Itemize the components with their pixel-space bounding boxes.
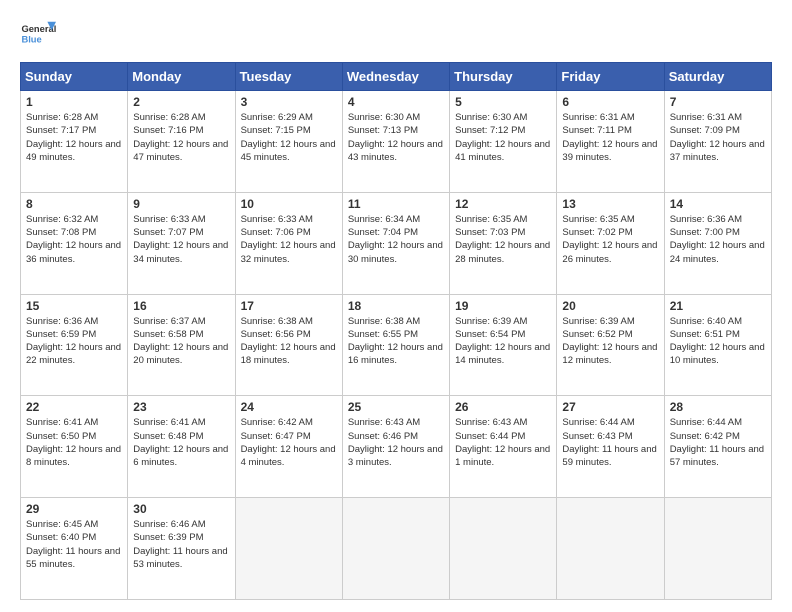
calendar-table: Sunday Monday Tuesday Wednesday Thursday…	[20, 62, 772, 600]
table-row: 12Sunrise: 6:35 AMSunset: 7:03 PMDayligh…	[450, 192, 557, 294]
table-row: 16Sunrise: 6:37 AMSunset: 6:58 PMDayligh…	[128, 294, 235, 396]
table-row: 8Sunrise: 6:32 AMSunset: 7:08 PMDaylight…	[21, 192, 128, 294]
table-row: 9Sunrise: 6:33 AMSunset: 7:07 PMDaylight…	[128, 192, 235, 294]
table-row: 26Sunrise: 6:43 AMSunset: 6:44 PMDayligh…	[450, 396, 557, 498]
col-sunday: Sunday	[21, 63, 128, 91]
svg-text:Blue: Blue	[21, 35, 41, 45]
table-row: 19Sunrise: 6:39 AMSunset: 6:54 PMDayligh…	[450, 294, 557, 396]
table-row: 13Sunrise: 6:35 AMSunset: 7:02 PMDayligh…	[557, 192, 664, 294]
col-thursday: Thursday	[450, 63, 557, 91]
table-row: 7Sunrise: 6:31 AMSunset: 7:09 PMDaylight…	[664, 91, 771, 193]
col-saturday: Saturday	[664, 63, 771, 91]
table-row: 23Sunrise: 6:41 AMSunset: 6:48 PMDayligh…	[128, 396, 235, 498]
table-row: 17Sunrise: 6:38 AMSunset: 6:56 PMDayligh…	[235, 294, 342, 396]
table-row: 30Sunrise: 6:46 AMSunset: 6:39 PMDayligh…	[128, 498, 235, 600]
table-row: 28Sunrise: 6:44 AMSunset: 6:42 PMDayligh…	[664, 396, 771, 498]
col-monday: Monday	[128, 63, 235, 91]
generalblue-logo-icon: General Blue	[20, 16, 56, 52]
table-row: 11Sunrise: 6:34 AMSunset: 7:04 PMDayligh…	[342, 192, 449, 294]
table-row: 27Sunrise: 6:44 AMSunset: 6:43 PMDayligh…	[557, 396, 664, 498]
calendar-header-row: Sunday Monday Tuesday Wednesday Thursday…	[21, 63, 772, 91]
table-row: 22Sunrise: 6:41 AMSunset: 6:50 PMDayligh…	[21, 396, 128, 498]
table-row	[664, 498, 771, 600]
table-row: 18Sunrise: 6:38 AMSunset: 6:55 PMDayligh…	[342, 294, 449, 396]
table-row	[235, 498, 342, 600]
table-row: 14Sunrise: 6:36 AMSunset: 7:00 PMDayligh…	[664, 192, 771, 294]
col-wednesday: Wednesday	[342, 63, 449, 91]
table-row: 4Sunrise: 6:30 AMSunset: 7:13 PMDaylight…	[342, 91, 449, 193]
table-row: 5Sunrise: 6:30 AMSunset: 7:12 PMDaylight…	[450, 91, 557, 193]
table-row: 1Sunrise: 6:28 AMSunset: 7:17 PMDaylight…	[21, 91, 128, 193]
table-row: 15Sunrise: 6:36 AMSunset: 6:59 PMDayligh…	[21, 294, 128, 396]
table-row: 3Sunrise: 6:29 AMSunset: 7:15 PMDaylight…	[235, 91, 342, 193]
table-row: 10Sunrise: 6:33 AMSunset: 7:06 PMDayligh…	[235, 192, 342, 294]
col-tuesday: Tuesday	[235, 63, 342, 91]
page: General Blue Sunday Monday Tuesday Wedne…	[0, 0, 792, 612]
table-row: 25Sunrise: 6:43 AMSunset: 6:46 PMDayligh…	[342, 396, 449, 498]
table-row	[342, 498, 449, 600]
logo: General Blue	[20, 16, 56, 52]
table-row	[450, 498, 557, 600]
header: General Blue	[20, 16, 772, 52]
table-row: 24Sunrise: 6:42 AMSunset: 6:47 PMDayligh…	[235, 396, 342, 498]
table-row: 21Sunrise: 6:40 AMSunset: 6:51 PMDayligh…	[664, 294, 771, 396]
table-row	[557, 498, 664, 600]
table-row: 29Sunrise: 6:45 AMSunset: 6:40 PMDayligh…	[21, 498, 128, 600]
table-row: 2Sunrise: 6:28 AMSunset: 7:16 PMDaylight…	[128, 91, 235, 193]
table-row: 6Sunrise: 6:31 AMSunset: 7:11 PMDaylight…	[557, 91, 664, 193]
table-row: 20Sunrise: 6:39 AMSunset: 6:52 PMDayligh…	[557, 294, 664, 396]
col-friday: Friday	[557, 63, 664, 91]
